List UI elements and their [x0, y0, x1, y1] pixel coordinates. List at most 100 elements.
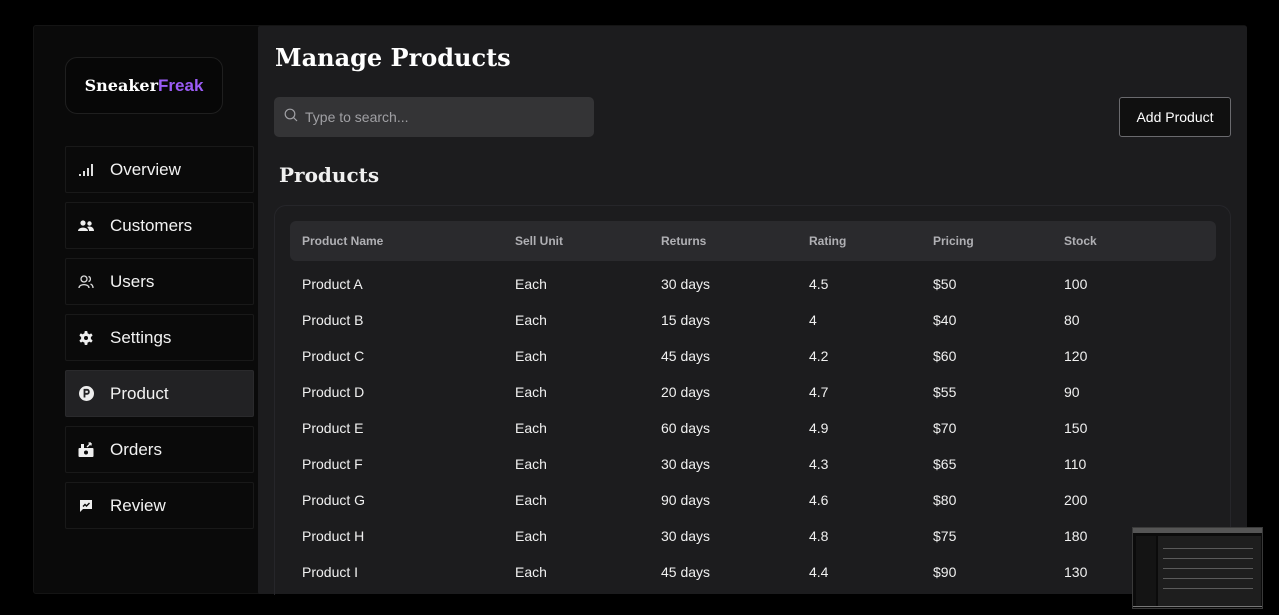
cell-product-name: Product B [302, 312, 364, 328]
cell-product-name: Product H [302, 528, 365, 544]
cell-sell-unit: Each [515, 492, 547, 508]
thumbnail-toolbar [1133, 528, 1262, 533]
column-header-stock[interactable]: Stock [1064, 234, 1097, 248]
sidebar-item-users[interactable]: Users [65, 258, 254, 305]
cell-stock: 150 [1064, 420, 1088, 436]
cell-stock: 200 [1064, 492, 1088, 508]
sidebar-item-overview[interactable]: Overview [65, 146, 254, 193]
thumbnail-detail [1163, 548, 1253, 549]
sidebar-item-label: Customers [110, 215, 193, 235]
cell-pricing: $55 [933, 384, 957, 400]
cell-returns: 30 days [661, 456, 711, 472]
app-window: Sneaker Freak Overview Customers Users S… [33, 25, 1247, 595]
cell-pricing: $40 [933, 312, 957, 328]
cell-rating: 4.4 [809, 564, 829, 580]
cell-product-name: Product C [302, 348, 365, 364]
cell-pricing: $80 [933, 492, 957, 508]
cell-rating: 4.9 [809, 420, 829, 436]
cell-product-name: Product F [302, 456, 363, 472]
users-outline-icon [78, 274, 94, 290]
cell-stock: 120 [1064, 348, 1088, 364]
column-header-product-name[interactable]: Product Name [302, 234, 383, 248]
thumbnail-detail [1163, 558, 1253, 559]
sidebar-item-review[interactable]: Review [65, 482, 254, 529]
orders-icon [78, 442, 94, 458]
search-icon [284, 108, 298, 127]
search-input[interactable] [305, 109, 585, 125]
cell-product-name: Product E [302, 420, 364, 436]
brand-logo[interactable]: Sneaker Freak [65, 57, 223, 114]
cell-returns: 90 days [661, 492, 711, 508]
cell-product-name: Product G [302, 492, 366, 508]
cell-stock: 80 [1064, 312, 1080, 328]
table-row[interactable]: Product G Each 90 days 4.6 $80 200 [290, 492, 1216, 528]
people-icon [78, 218, 94, 234]
section-title: Products [279, 163, 380, 187]
thumbnail-detail [1133, 606, 1262, 607]
products-table: Product Name Sell Unit Returns Rating Pr… [274, 205, 1231, 595]
column-header-sell-unit[interactable]: Sell Unit [515, 234, 563, 248]
cell-pricing: $75 [933, 528, 957, 544]
table-row[interactable]: Product E Each 60 days 4.9 $70 150 [290, 420, 1216, 456]
cell-stock: 90 [1064, 384, 1080, 400]
cell-rating: 4.5 [809, 276, 829, 292]
cell-sell-unit: Each [515, 528, 547, 544]
cell-rating: 4 [809, 312, 817, 328]
thumbnail-detail [1163, 588, 1253, 589]
column-header-pricing[interactable]: Pricing [933, 234, 974, 248]
cell-returns: 60 days [661, 420, 711, 436]
screenshot-thumbnail[interactable] [1132, 527, 1263, 609]
table-row[interactable]: Product F Each 30 days 4.3 $65 110 [290, 456, 1216, 492]
cell-sell-unit: Each [515, 456, 547, 472]
sidebar-item-label: Review [110, 495, 166, 515]
page-title: Manage Products [275, 43, 511, 72]
sidebar-item-settings[interactable]: Settings [65, 314, 254, 361]
table-row[interactable]: Product D Each 20 days 4.7 $55 90 [290, 384, 1216, 420]
review-icon [78, 498, 94, 514]
search-box[interactable] [274, 97, 594, 137]
cell-rating: 4.6 [809, 492, 829, 508]
table-row[interactable]: Product B Each 15 days 4 $40 80 [290, 312, 1216, 348]
product-p-icon [78, 386, 94, 402]
sidebar-item-orders[interactable]: Orders [65, 426, 254, 473]
add-product-button[interactable]: Add Product [1119, 97, 1231, 137]
cell-stock: 100 [1064, 276, 1088, 292]
sidebar-item-label: Overview [110, 159, 181, 179]
signal-bars-icon [78, 162, 94, 178]
table-header: Product Name Sell Unit Returns Rating Pr… [290, 221, 1216, 261]
sidebar-nav: Overview Customers Users Settings Produc… [65, 146, 254, 538]
cell-returns: 20 days [661, 384, 711, 400]
sidebar-item-label: Orders [110, 439, 162, 459]
cell-stock: 130 [1064, 564, 1088, 580]
sidebar-item-product[interactable]: Product [65, 370, 254, 417]
cell-stock: 180 [1064, 528, 1088, 544]
table-row[interactable]: Product H Each 30 days 4.8 $75 180 [290, 528, 1216, 564]
thumbnail-main [1158, 536, 1261, 606]
cell-sell-unit: Each [515, 276, 547, 292]
table-row[interactable]: Product I Each 45 days 4.4 $90 130 [290, 564, 1216, 595]
cell-returns: 45 days [661, 348, 711, 364]
cell-product-name: Product D [302, 384, 365, 400]
cell-sell-unit: Each [515, 312, 547, 328]
table-row[interactable]: Product C Each 45 days 4.2 $60 120 [290, 348, 1216, 384]
cell-pricing: $90 [933, 564, 957, 580]
cell-product-name: Product A [302, 276, 363, 292]
sidebar-item-customers[interactable]: Customers [65, 202, 254, 249]
column-header-rating[interactable]: Rating [809, 234, 846, 248]
sidebar: Sneaker Freak Overview Customers Users S… [34, 26, 259, 593]
cell-returns: 15 days [661, 312, 711, 328]
cell-stock: 110 [1064, 456, 1087, 472]
thumbnail-detail [1163, 578, 1253, 579]
cell-returns: 45 days [661, 564, 711, 580]
cell-pricing: $70 [933, 420, 957, 436]
cell-sell-unit: Each [515, 420, 547, 436]
table-row[interactable]: Product A Each 30 days 4.5 $50 100 [290, 276, 1216, 312]
cell-sell-unit: Each [515, 348, 547, 364]
cell-pricing: $60 [933, 348, 957, 364]
cell-rating: 4.8 [809, 528, 829, 544]
column-header-returns[interactable]: Returns [661, 234, 706, 248]
cell-returns: 30 days [661, 528, 711, 544]
cell-pricing: $50 [933, 276, 957, 292]
cell-returns: 30 days [661, 276, 711, 292]
gear-icon [78, 330, 94, 346]
